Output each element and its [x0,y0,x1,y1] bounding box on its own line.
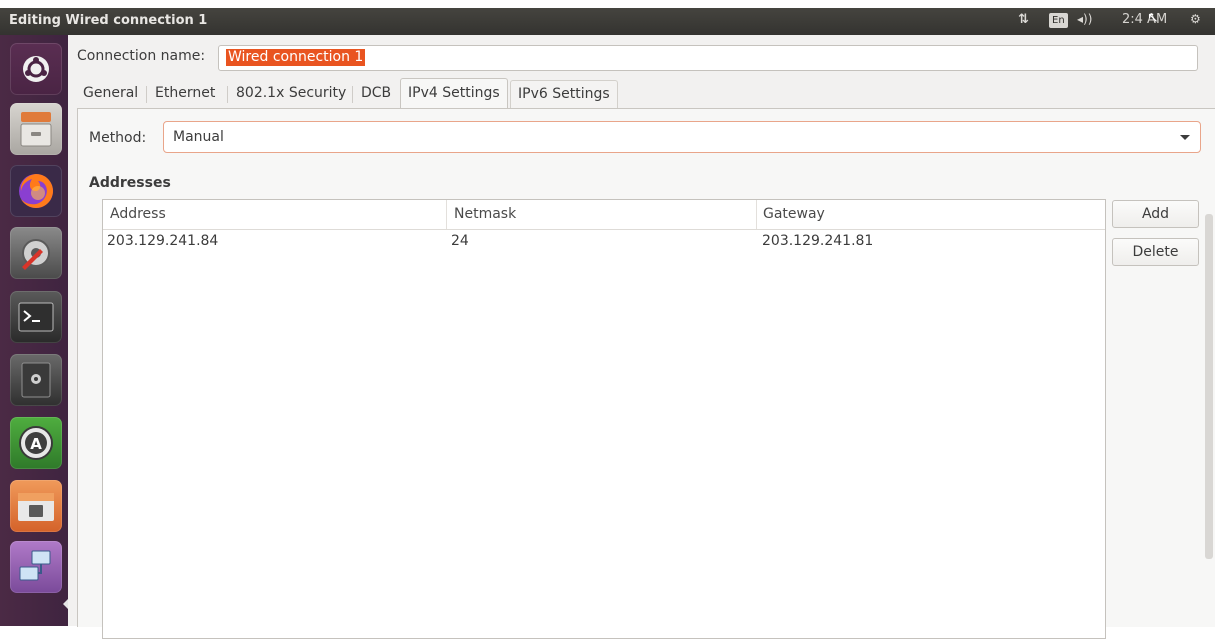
table-row[interactable]: 203.129.241.84 24 203.129.241.81 [103,230,1105,254]
ubuntu-logo-icon[interactable] [10,43,62,95]
connection-editor-dialog: Connection name: Wired connection 1 Gene… [68,35,1215,639]
volume-icon[interactable]: ◂)) [1077,12,1092,26]
connection-name-label: Connection name: [77,48,206,64]
method-label: Method: [89,130,147,146]
settings-wrench-icon[interactable] [10,227,62,279]
column-separator [756,200,757,229]
tab-separator [352,86,353,103]
scrollbar[interactable] [1205,214,1213,559]
software-updater-icon[interactable]: A [10,417,62,469]
delete-button[interactable]: Delete [1112,238,1199,266]
tab-ethernet[interactable]: Ethernet [155,80,215,108]
method-selected-value: Manual [173,129,224,145]
software-updater-glyph: A [19,426,53,460]
column-separator [446,200,447,229]
file-cabinet-glyph [20,112,52,147]
tab-ipv6-settings[interactable]: IPv6 Settings [510,80,618,108]
window-title: Editing Wired connection 1 [9,13,208,28]
tab-ipv4-settings[interactable]: IPv4 Settings [400,78,508,110]
terminal-icon[interactable] [10,291,62,343]
folder-disk-glyph [18,493,54,521]
file-cabinet-icon[interactable] [10,103,62,155]
keyboard-layout-indicator[interactable]: En [1049,13,1068,28]
tab-separator [146,86,147,103]
table-header: Address Netmask Gateway [103,200,1105,230]
add-button[interactable]: Add [1112,200,1199,228]
network-computers-icon[interactable] [10,541,62,593]
folder-disk-icon[interactable] [10,480,62,532]
clock[interactable]: 2:4 AM [1122,12,1167,27]
connection-name-value[interactable]: Wired connection 1 [226,49,366,66]
tab-separator [227,86,228,103]
cell-netmask[interactable]: 24 [451,233,469,249]
safe-glyph [21,362,51,398]
ubuntu-logo-glyph [23,56,49,82]
cell-address[interactable]: 203.129.241.84 [107,233,218,249]
addresses-table[interactable]: Address Netmask Gateway 203.129.241.84 2… [102,199,1106,639]
addresses-heading: Addresses [89,175,171,191]
session-gear-icon[interactable]: ⚙ [1190,12,1201,26]
safe-icon[interactable] [10,354,62,406]
method-dropdown[interactable]: Manual [163,121,1201,153]
firefox-icon[interactable] [10,165,62,217]
tab-general[interactable]: General [83,80,138,108]
tab-dcb[interactable]: DCB [361,80,391,108]
dropdown-arrow-icon [1180,135,1190,140]
tab-8021x-security[interactable]: 802.1x Security [236,80,346,108]
connection-name-input[interactable]: Wired connection 1 [218,45,1198,71]
launcher: A [0,35,68,626]
network-computers-glyph [19,550,51,581]
network-arrows-icon[interactable]: ⇅ [1018,12,1029,27]
top-panel: Editing Wired connection 1 ⇅ En ◂)) 2:4 … [0,8,1215,35]
svg-text:A: A [30,435,42,453]
mouse-cursor-icon: ↖ [1147,10,1159,26]
ipv4-settings-panel: Method: Manual Addresses Address Netmask… [77,108,1215,639]
firefox-glyph [19,174,53,208]
settings-gear-glyph [22,239,50,270]
cell-gateway[interactable]: 203.129.241.81 [762,233,873,249]
terminal-glyph [18,302,54,332]
